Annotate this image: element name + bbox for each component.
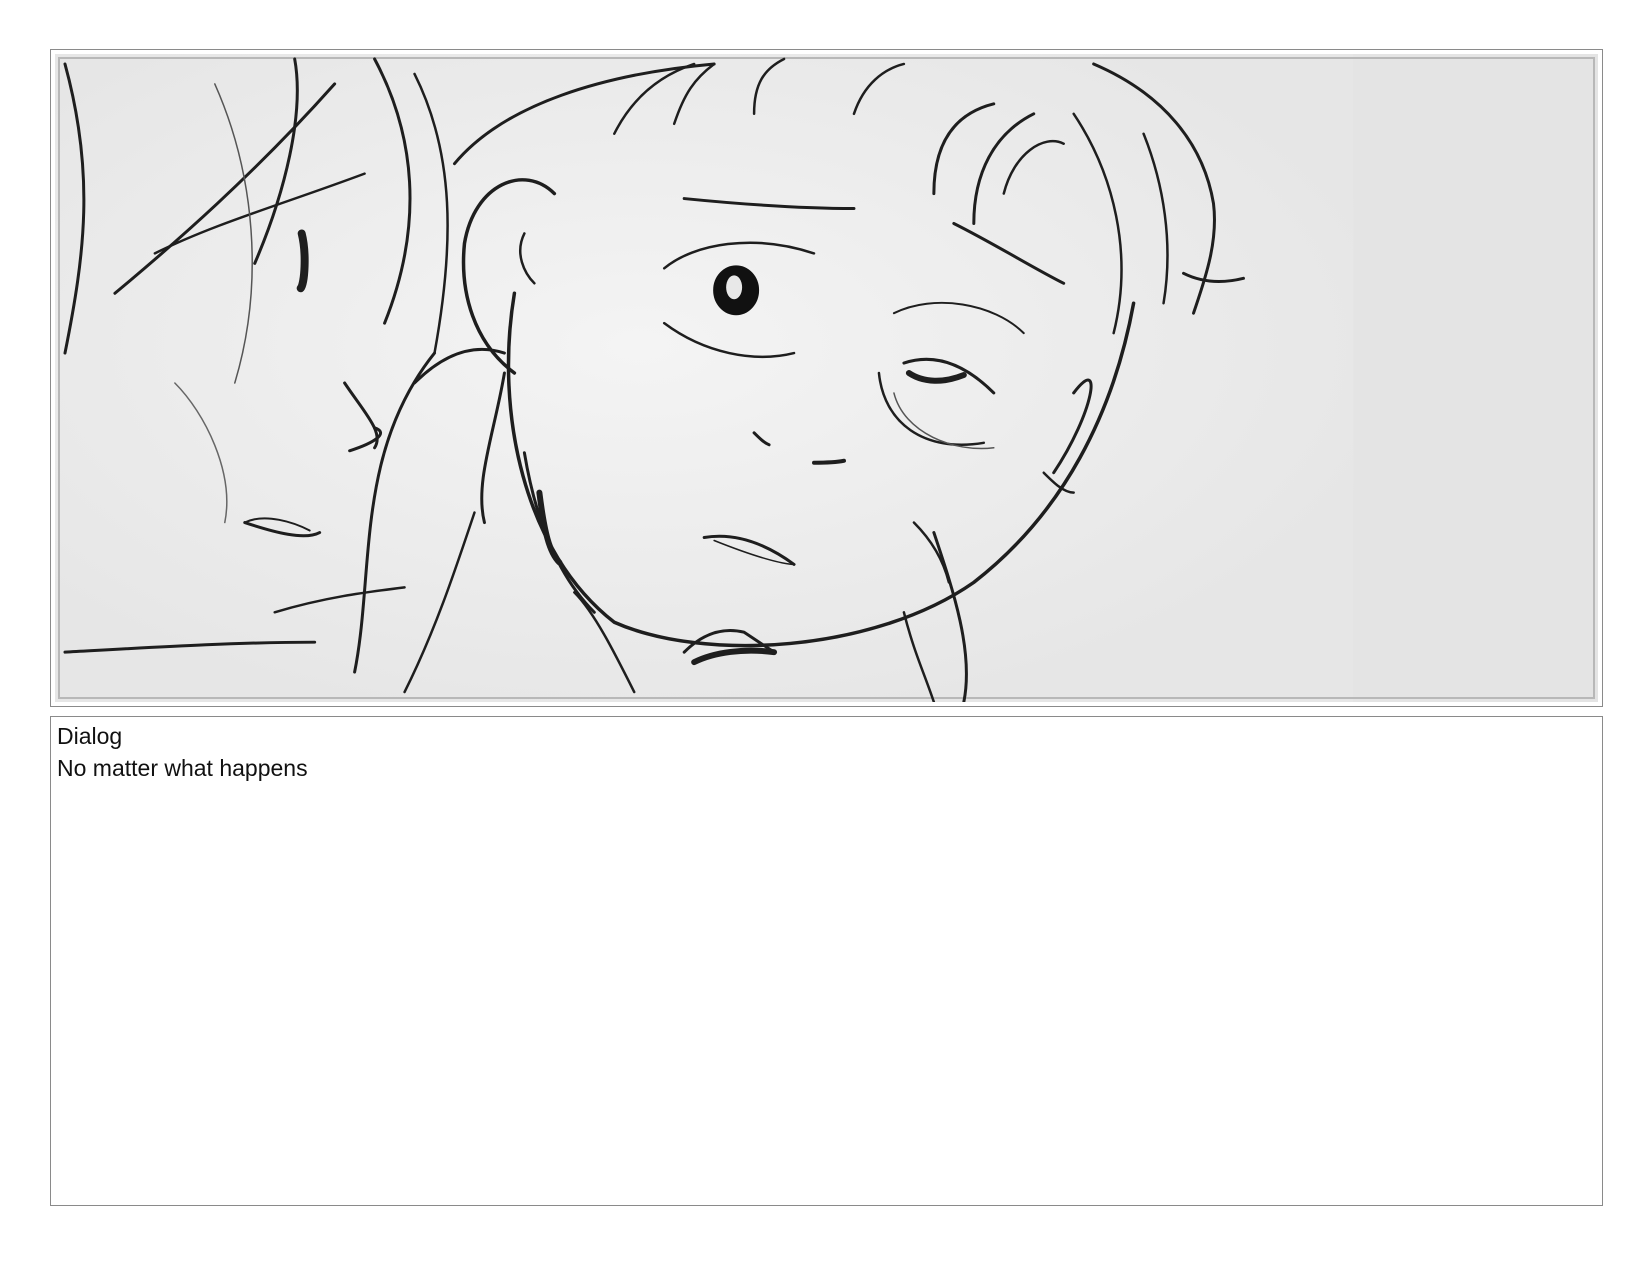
dialog-label: Dialog <box>57 723 123 749</box>
dialog-notes-box: Dialog No matter what happens <box>50 716 1603 1206</box>
sketch-illustration <box>55 54 1598 702</box>
storyboard-panel-frame <box>50 49 1603 707</box>
storyboard-panel-image <box>55 54 1598 702</box>
dialog-text: No matter what happens <box>57 755 308 781</box>
